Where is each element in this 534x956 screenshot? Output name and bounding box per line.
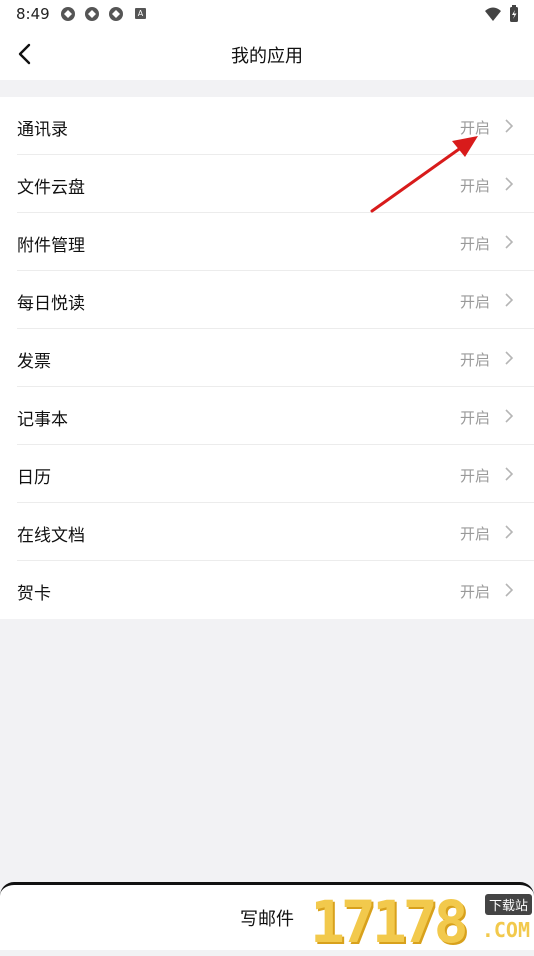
wifi-icon (485, 7, 501, 21)
app-name: 文件云盘 (17, 178, 85, 198)
app-status: 开启 (459, 583, 490, 601)
watermark-suffix: .COM (481, 918, 530, 942)
notification-icon (109, 7, 123, 21)
app-status: 开启 (459, 467, 490, 485)
app-name: 通讯录 (17, 120, 68, 140)
app-list-item[interactable]: 附件管理 开启 (0, 213, 534, 271)
app-status: 开启 (459, 119, 490, 137)
app-name: 日历 (17, 468, 51, 488)
app-list-item[interactable]: 日历 开启 (0, 445, 534, 503)
app-list-item[interactable]: 发票 开启 (0, 329, 534, 387)
chevron-right-icon (505, 235, 514, 249)
chevron-right-icon (505, 119, 514, 133)
app-name: 在线文档 (17, 526, 85, 546)
notification-icon (61, 7, 75, 21)
app-status: 开启 (459, 351, 490, 369)
app-status: 开启 (459, 177, 490, 195)
battery-icon (510, 5, 518, 22)
app-list-item[interactable]: 记事本 开启 (0, 387, 534, 445)
notification-icon (85, 7, 99, 21)
chevron-right-icon (505, 351, 514, 365)
app-list-item[interactable]: 在线文档 开启 (0, 503, 534, 561)
status-bar: 8:49 A (0, 0, 534, 28)
app-status: 开启 (459, 525, 490, 543)
app-name: 发票 (17, 352, 51, 372)
app-header: 我的应用 (0, 28, 534, 80)
app-list-item[interactable]: 文件云盘 开启 (0, 155, 534, 213)
chevron-right-icon (505, 467, 514, 481)
app-name: 每日悦读 (17, 294, 85, 314)
app-list-item[interactable]: 每日悦读 开启 (0, 271, 534, 329)
status-time: 8:49 (16, 5, 50, 23)
watermark-badge: 下载站 (484, 894, 532, 915)
page-title: 我的应用 (231, 46, 303, 67)
app-list-item[interactable]: 贺卡 开启 (0, 561, 534, 619)
chevron-right-icon (505, 525, 514, 539)
watermark-digits: 17178 (310, 888, 469, 956)
app-list: 通讯录 开启 文件云盘 开启 附件管理 开启 每日悦读 开启 发票 开启 记事本 开启 日历 开启 在线文档… (0, 97, 534, 619)
app-status: 开启 (459, 409, 490, 427)
app-name: 贺卡 (17, 584, 51, 604)
app-name: 附件管理 (17, 236, 85, 256)
app-badge-icon: A (135, 8, 146, 19)
chevron-right-icon (505, 583, 514, 597)
app-status: 开启 (459, 293, 490, 311)
chevron-right-icon (505, 409, 514, 423)
site-watermark: 17178 下载站 .COM (308, 888, 534, 956)
chevron-right-icon (505, 293, 514, 307)
app-status: 开启 (459, 235, 490, 253)
app-list-item[interactable]: 通讯录 开启 (0, 97, 534, 155)
app-name: 记事本 (17, 410, 68, 430)
chevron-right-icon (505, 177, 514, 191)
